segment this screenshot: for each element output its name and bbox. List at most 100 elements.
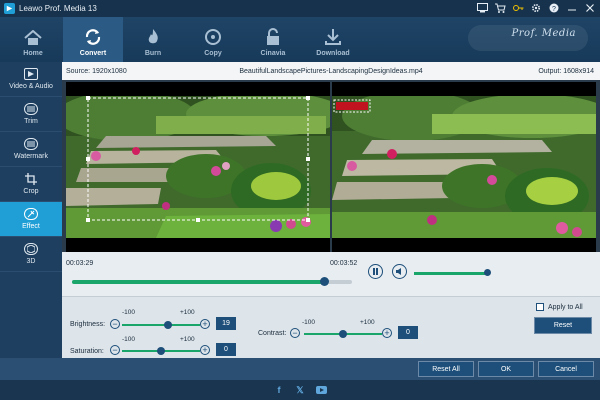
nav-label: Download [316,50,350,57]
edit-sidebar: Video & Audio Trim Watermark Crop Effect… [0,62,62,378]
preview-area [62,80,600,252]
saturation-decrease-button[interactable]: − [110,345,120,355]
contrast-value[interactable]: 0 [398,326,418,339]
nav-cinavia[interactable]: Cinavia [243,17,303,62]
nav-convert[interactable]: Convert [63,17,123,62]
contrast-max: +100 [360,319,375,326]
sidebar-item-label: Watermark [14,153,48,160]
saturation-value[interactable]: 0 [216,343,236,356]
ok-button[interactable]: OK [478,361,534,377]
svg-text:?: ? [552,6,556,13]
action-bar: Reset All OK Cancel [0,358,600,380]
saturation-slider[interactable] [122,347,200,355]
youtube-icon[interactable] [315,385,327,396]
brightness-increase-button[interactable]: + [200,319,210,329]
sidebar-item-label: Crop [23,188,39,195]
seek-handle[interactable] [320,277,329,286]
nav-label: Home [23,50,43,57]
checkbox-box[interactable] [536,303,544,311]
brightness-max: +100 [180,309,195,316]
sidebar-item-watermark[interactable]: Watermark [0,132,62,167]
contrast-min: -100 [302,319,316,326]
main-panel: Source: 1920x1080 BeautifulLandscapePict… [62,62,600,358]
cart-icon[interactable] [494,2,506,14]
sidebar-item-effect[interactable]: Effect [0,202,62,237]
nav-label: Copy [204,50,222,57]
volume-button[interactable] [392,264,407,279]
brightness-label: Brightness: [70,321,106,328]
video-audio-icon [24,68,38,80]
effect-icon [24,208,38,220]
nav-home[interactable]: Home [3,17,63,62]
close-icon[interactable] [584,2,596,14]
help-icon[interactable]: ? [548,2,560,14]
brightness-value[interactable]: 19 [216,317,236,330]
minimize-icon[interactable] [566,2,578,14]
saturation-max: +100 [180,336,195,343]
brand-text: Prof. Media [511,28,576,39]
top-navigation: Home Convert Burn Copy Cinavia Download … [0,17,600,62]
sidebar-item-label: Video & Audio [9,83,53,90]
settings-gear-icon[interactable] [530,2,542,14]
sidebar-item-video-audio[interactable]: Video & Audio [0,62,62,97]
saturation-label: Saturation: [70,348,104,355]
seek-bar[interactable] [72,277,352,286]
monitor-icon[interactable] [476,2,488,14]
nav-label: Cinavia [260,50,286,57]
watermark-icon [24,138,38,150]
garden-scene-image [332,96,596,238]
contrast-increase-button[interactable]: + [382,328,392,338]
apply-to-all-checkbox[interactable]: Apply to All [536,303,583,311]
burn-icon [148,29,158,44]
trim-icon [24,103,38,115]
volume-slider[interactable] [414,269,491,276]
playback-controls: 00:03:29 00:03:52 [62,252,600,296]
sidebar-item-trim[interactable]: Trim [0,97,62,132]
saturation-handle[interactable] [157,347,165,355]
sidebar-item-crop[interactable]: Crop [0,167,62,202]
download-icon [325,29,341,45]
speaker-icon [395,268,401,275]
cinavia-icon [267,28,279,45]
title-bar: Leawo Prof. Media 13 ? [0,0,600,17]
key-icon[interactable] [512,2,524,14]
seek-bar-progress [72,280,324,284]
output-resolution: Output: 1608x914 [538,67,594,75]
reset-all-button[interactable]: Reset All [418,361,474,377]
brightness-decrease-button[interactable]: − [110,319,120,329]
copy-icon [205,29,221,45]
crop-icon [24,173,38,185]
brightness-slider[interactable] [122,321,200,329]
app-title: Leawo Prof. Media 13 [19,4,97,13]
facebook-icon[interactable]: f [274,385,285,396]
pause-button[interactable] [368,264,383,279]
pause-icon [373,268,378,275]
3d-icon [24,243,38,255]
contrast-label: Contrast: [258,330,287,337]
x-twitter-icon[interactable]: 𝕏 [295,385,306,396]
volume-handle[interactable] [484,269,491,276]
sidebar-item-label: Trim [24,118,38,125]
app-logo-icon [4,3,15,14]
apply-to-all-label: Apply to All [548,303,583,311]
contrast-slider[interactable] [304,330,382,338]
social-footer: f 𝕏 [0,380,600,400]
home-icon [24,30,42,45]
cancel-button[interactable]: Cancel [538,361,594,377]
video-info-bar: Source: 1920x1080 BeautifulLandscapePict… [62,62,600,80]
nav-copy[interactable]: Copy [183,17,243,62]
saturation-increase-button[interactable]: + [200,345,210,355]
contrast-handle[interactable] [339,330,347,338]
sidebar-item-label: 3D [26,258,36,265]
original-preview [66,82,330,252]
nav-label: Convert [79,50,107,57]
nav-download[interactable]: Download [303,17,363,62]
start-time: 00:03:29 [66,260,94,267]
nav-burn[interactable]: Burn [123,17,183,62]
sidebar-item-3d[interactable]: 3D [0,237,62,272]
effect-settings: Brightness: -100 +100 − + 19 Saturation:… [62,296,600,358]
reset-button[interactable]: Reset [534,317,592,334]
saturation-min: -100 [122,336,136,343]
brightness-handle[interactable] [164,321,173,329]
contrast-decrease-button[interactable]: − [290,328,300,338]
